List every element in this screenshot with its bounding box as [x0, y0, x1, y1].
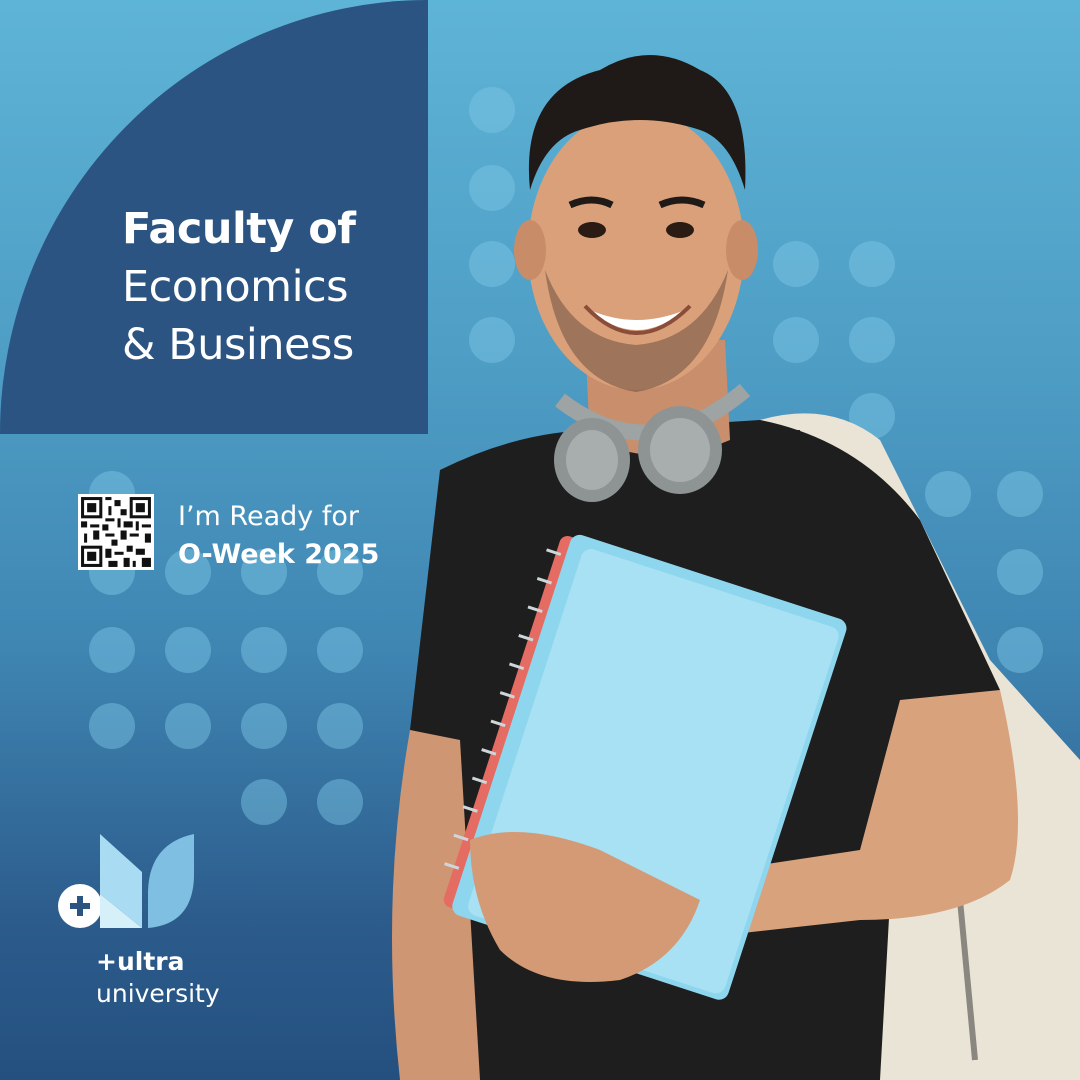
faculty-headline: Faculty of Economics & Business — [122, 200, 356, 374]
headline-line-3: & Business — [122, 320, 354, 370]
oweek-cta: I’m Ready for O-Week 2025 — [178, 498, 379, 574]
qr-code-icon[interactable] — [78, 494, 154, 570]
cta-line-2: O-Week 2025 — [178, 539, 380, 570]
ultra-university-logo — [56, 834, 196, 938]
brand-line-1: +ultra — [96, 947, 185, 976]
headline-line-1: Faculty of — [122, 204, 356, 254]
brand-wordmark: +ultra university — [96, 946, 220, 1010]
student-photo — [392, 55, 1080, 1080]
brand-line-2: university — [96, 979, 220, 1008]
cta-line-1: I’m Ready for — [178, 501, 359, 532]
headline-line-2: Economics — [122, 262, 349, 312]
